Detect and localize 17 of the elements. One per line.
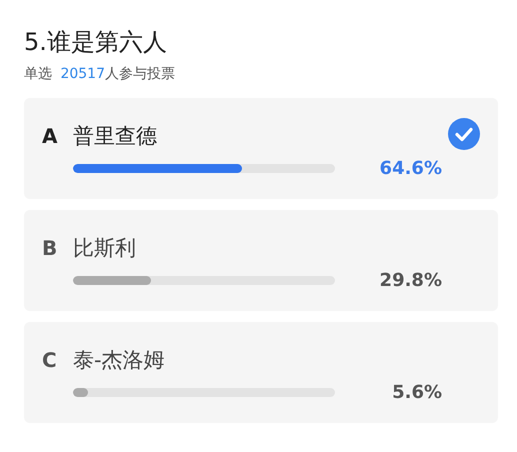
poll-title: 5.谁是第六人: [24, 27, 168, 58]
option-name: 比斯利: [73, 235, 136, 262]
voter-label: 人参与投票: [105, 66, 175, 82]
option-name: 普里查德: [73, 123, 157, 150]
check-icon: [448, 118, 480, 150]
option-letter: A: [42, 124, 58, 148]
option-card[interactable]: B 比斯利 29.8%: [24, 210, 498, 311]
option-card[interactable]: C 泰-杰洛姆 5.6%: [24, 322, 498, 423]
option-letter: B: [42, 236, 58, 260]
voter-count: 20517: [60, 66, 105, 82]
vote-percent: 5.6%: [392, 382, 442, 403]
vote-percent: 29.8%: [380, 270, 442, 291]
option-name: 泰-杰洛姆: [73, 347, 165, 374]
poll-mode: 单选: [24, 66, 52, 82]
option-letter: C: [42, 348, 58, 372]
vote-percent: 64.6%: [380, 158, 442, 179]
option-card[interactable]: A 普里查德 64.6%: [24, 98, 498, 199]
